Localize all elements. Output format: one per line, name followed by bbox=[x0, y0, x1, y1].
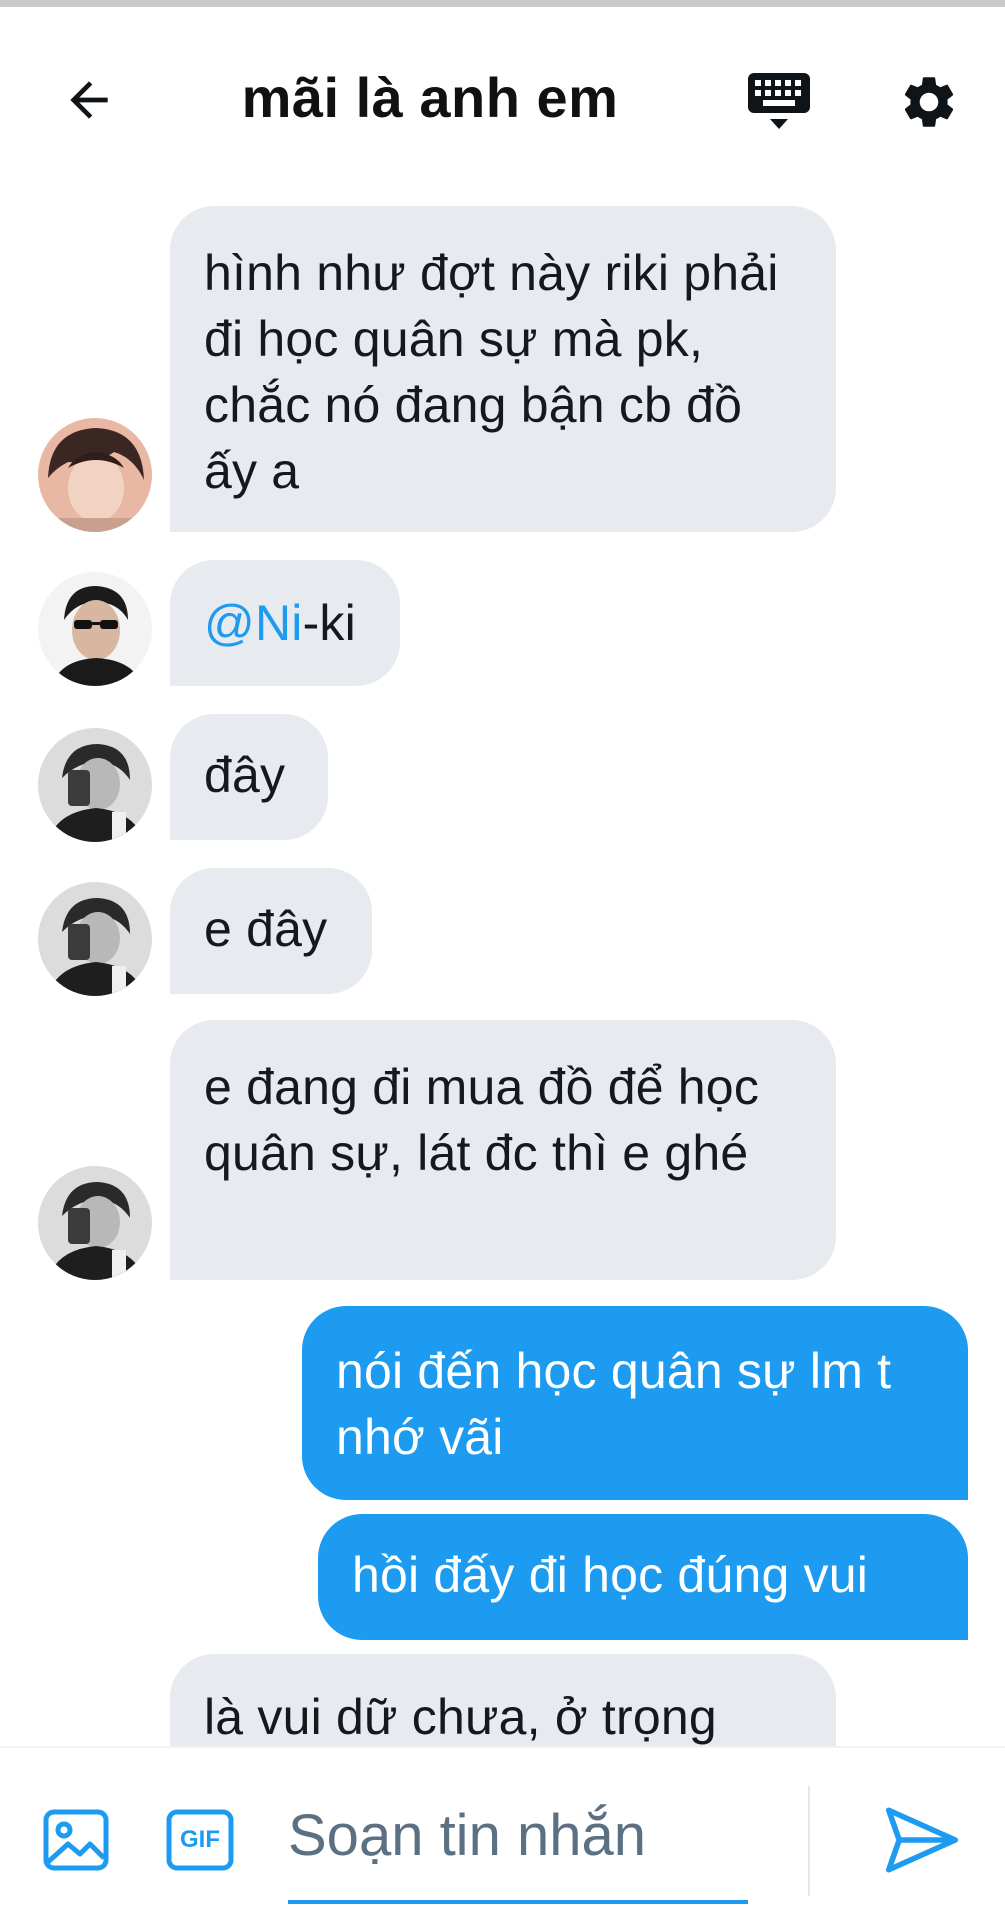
avatar-bw-phone[interactable] bbox=[38, 1166, 152, 1280]
keyboard-shortcuts-button[interactable] bbox=[738, 61, 820, 143]
message-bubble-outgoing[interactable]: nói đến học quân sự lm t nhớ vãi bbox=[302, 1306, 968, 1500]
conversation-header: mãi là anh em bbox=[0, 7, 1005, 177]
message-bubble-incoming[interactable]: @Ni-ki bbox=[170, 560, 400, 686]
user-photo-icon bbox=[38, 728, 152, 842]
message-text: nói đến học quân sự lm t nhớ vãi bbox=[336, 1343, 892, 1465]
user-photo-icon bbox=[38, 1166, 152, 1280]
message-text: e đây bbox=[204, 901, 328, 957]
message-bubble-incoming[interactable]: đây bbox=[170, 714, 328, 840]
avatar-bw-phone[interactable] bbox=[38, 882, 152, 996]
message-bubble-incoming[interactable]: hình như đợt này riki phải đi học quân s… bbox=[170, 206, 836, 532]
send-icon bbox=[885, 1807, 959, 1873]
back-arrow-icon bbox=[70, 81, 108, 119]
message-text: hình như đợt này riki phải đi học quân s… bbox=[204, 245, 779, 499]
settings-button[interactable] bbox=[888, 61, 970, 143]
user-photo-icon bbox=[38, 572, 152, 686]
conversation-title: mãi là anh em bbox=[241, 66, 619, 129]
gear-icon bbox=[904, 77, 954, 127]
avatar-sunglasses[interactable] bbox=[38, 572, 152, 686]
message-input[interactable] bbox=[288, 1770, 748, 1904]
user-photo-icon bbox=[38, 882, 152, 996]
send-button[interactable] bbox=[880, 1798, 964, 1882]
avatar-pink-hair[interactable] bbox=[38, 418, 152, 532]
user-mention-link[interactable]: @Ni bbox=[204, 595, 303, 651]
composer-divider bbox=[808, 1786, 810, 1896]
message-text: hồi đấy đi học đúng vui bbox=[352, 1547, 869, 1603]
message-text: e đang đi mua đồ để học quân sự, lát đc … bbox=[204, 1059, 760, 1181]
add-image-button[interactable] bbox=[40, 1804, 112, 1876]
keyboard-icon bbox=[748, 73, 810, 129]
message-bubble-outgoing[interactable]: hồi đấy đi học đúng vui bbox=[318, 1514, 968, 1640]
gif-label: GIF bbox=[180, 1826, 220, 1853]
avatar-bw-phone[interactable] bbox=[38, 728, 152, 842]
user-photo-icon bbox=[38, 418, 152, 532]
message-bubble-incoming[interactable]: e đây bbox=[170, 868, 372, 994]
message-bubble-incoming[interactable]: e đang đi mua đồ để học quân sự, lát đc … bbox=[170, 1020, 836, 1280]
back-button[interactable] bbox=[48, 59, 130, 141]
image-icon bbox=[43, 1809, 109, 1871]
message-text: đây bbox=[204, 747, 286, 803]
message-text: là vui dữ chưa, ở trọng bbox=[204, 1689, 717, 1745]
top-status-line bbox=[0, 0, 1005, 7]
message-text: -ki bbox=[302, 595, 356, 651]
add-gif-button[interactable]: GIF bbox=[164, 1804, 236, 1876]
message-composer: GIF bbox=[0, 1746, 1005, 1922]
